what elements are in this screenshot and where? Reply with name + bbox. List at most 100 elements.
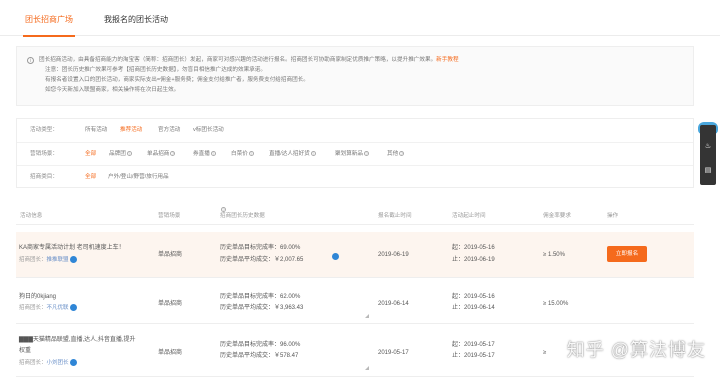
deadline-cell: 2019-06-14 [378,301,409,307]
leader-info: 招商团长：推推联盟 [19,255,77,265]
leader-name[interactable]: 推推联盟 [47,257,69,263]
taobao-badge-icon [69,359,77,367]
notice-line-4: 如您今天新加入联盟商家，相关操作将在次日起生效。 [45,87,180,93]
start-date: 起：2019-05-16 [452,245,495,251]
filter-option-label: 品牌团 [109,151,126,157]
leader-label: 招商团长： [19,305,47,311]
info-icon: i [27,57,34,64]
leader-label: 招商团长： [19,257,47,263]
deadline-cell: 2019-05-17 [378,350,409,356]
filter-option[interactable]: 聚划算新品? [335,143,369,166]
filter-option-selected[interactable]: 推荐活动 [120,119,142,142]
column-header: 营销场景 [158,213,181,219]
filter-option-selected[interactable]: 全部 [85,166,96,189]
chat-icon[interactable]: ▤ [704,167,712,175]
column-header: 报名截止时间 [378,213,412,219]
scene-cell: 单品招商 [158,301,183,307]
filter-row-scene: 营销场景： 全部 品牌团? 单品招商? 券直播? 白菜价? 直播/达人招好货? … [17,142,693,165]
activity-title[interactable]: 狗日的0kjiang [19,292,56,302]
start-date: 起：2019-05-16 [452,294,495,300]
table-row: KA商家专属活动计划 老司机速度上车！ 招商团长：推推联盟 单品招商 历史单品目… [16,232,694,278]
leader-info: 招商团长：小刘团长 [19,358,77,368]
filter-option-label: 直播/达人招好货 [269,151,310,157]
corner-marker-icon [365,314,369,318]
taobao-badge-icon [332,253,339,260]
history-rate: 历史单品目标完成率：62.00% [220,294,301,300]
column-header-label: 招商团长历史数据 [220,213,265,219]
filter-option[interactable]: 所有活动 [85,119,107,142]
table-header: 活动信息 营销场景 招商团长历史数据? 报名截止时间 活动起止时间 佣金率要求 … [16,207,694,225]
filter-option[interactable]: 直播/达人招好货? [269,143,316,166]
filter-row-category: 招商类目： 全部 户外/登山/野营/旅行用品 [17,165,693,188]
notice-text-1: 团长招商活动，由具备招商能力的淘宝客（简称：招商团长）发起，商家可对感兴趣的活动… [39,57,437,63]
activity-title[interactable]: KA商家专属活动计划 老司机速度上车！ [19,243,125,253]
history-rate: 历史单品目标完成率：69.00% [220,245,301,251]
taobao-badge-icon [69,304,77,312]
commission-cell: ≥ 15.00% [543,301,569,307]
filter-option[interactable]: 单品招商? [147,143,176,166]
notice-line-2: 注意：团长历史推广效果可参考【招商团长历史数据】，勿盲目相信推广达成的效果承诺。 [45,67,266,73]
deadline-cell: 2019-06-19 [378,252,409,258]
filter-option-label: 单品招商 [147,151,170,157]
column-header: 佣金率要求 [543,213,571,219]
tab-bar: 团长招商广场 我报名的团长活动 [0,0,720,37]
help-icon[interactable]: ? [210,151,216,157]
notice-line-3: 有报名者设置入口的团长活动，商家实际支出=佣金+服务费；佣金支付给推广者，服务费… [45,77,309,83]
filter-option-label: 白菜价 [231,151,248,157]
help-icon[interactable]: ? [126,151,132,157]
corner-marker-icon [365,366,369,370]
notice-line-1: 团长招商活动，由具备招商能力的淘宝客（简称：招商团长）发起，商家可对感兴趣的活动… [39,55,459,65]
help-icon[interactable]: ? [310,151,316,157]
tutorial-link[interactable]: 新手教程 [436,57,458,63]
commission-cell: ≥ [543,350,547,356]
scene-cell: 单品招商 [158,252,183,258]
column-header: 操作 [607,213,619,219]
filter-option[interactable]: 户外/登山/野营/旅行用品 [108,166,169,189]
leader-name[interactable]: 不凡优联 [47,305,69,311]
signup-button[interactable]: 立即报名 [607,246,647,262]
table-row: 狗日的0kjiang 招商团长：不凡优联 单品招商 历史单品目标完成率：62.0… [16,284,694,324]
end-date: 止：2019-05-17 [452,353,495,359]
side-panel: ♨ ▤ [700,125,716,185]
end-date: 止：2019-06-19 [452,257,495,263]
filter-label: 招商类目： [30,174,58,180]
activity-title[interactable]: ▇▇▇天猫精品联盟,直播,达人,抖音直播,提升 [19,335,136,345]
help-icon[interactable]: ? [221,207,226,212]
commission-cell: ≥ 1.50% [543,252,565,258]
filter-option[interactable]: 品牌团? [109,143,132,166]
filter-option[interactable]: 官方活动 [158,119,180,142]
filter-option[interactable]: 券直播? [193,143,216,166]
filter-option-label: 其他 [387,151,399,157]
start-date: 起：2019-05-17 [452,342,495,348]
bell-icon[interactable]: ♨ [704,143,712,151]
help-icon[interactable]: ? [248,151,254,157]
filter-panel: 活动类型： 所有活动 推荐活动 官方活动 v标团长活动 营销场景： 全部 品牌团… [16,118,694,188]
history-avg: 历史单品平均成交：￥3,963.43 [220,305,304,311]
leader-name[interactable]: 小刘团长 [47,360,69,366]
taobao-badge-icon [69,256,77,264]
filter-option[interactable]: v标团长活动 [193,119,224,142]
column-header: 活动信息 [20,213,43,219]
history-rate: 历史单品目标完成率：96.00% [220,342,301,348]
end-date: 止：2019-06-14 [452,305,495,311]
help-icon[interactable]: ? [170,151,176,157]
filter-option-label: 聚划算新品 [335,151,363,157]
filter-label: 营销场景： [30,151,58,157]
history-avg: 历史单品平均成交：￥578.47 [220,353,299,359]
notice-box: i 团长招商活动，由具备招商能力的淘宝客（简称：招商团长）发起，商家可对感兴趣的… [16,46,694,106]
leader-info: 招商团长：不凡优联 [19,303,77,313]
help-icon[interactable]: ? [363,151,369,157]
history-avg: 历史单品平均成交：￥2,007.65 [220,257,304,263]
activity-title-continued[interactable]: 权重 [19,346,31,356]
filter-option[interactable]: 其他? [387,143,405,166]
tab-my-signups[interactable]: 我报名的团长活动 [104,14,168,26]
tab-leader-plaza[interactable]: 团长招商广场 [23,14,75,37]
filter-row-activity-type: 活动类型： 所有活动 推荐活动 官方活动 v标团长活动 [17,119,693,142]
help-icon[interactable]: ? [399,151,405,157]
filter-option-selected[interactable]: 全部 [85,143,96,166]
filter-option-label: 券直播 [193,151,210,157]
scene-cell: 单品招商 [158,350,183,356]
leader-label: 招商团长： [19,360,47,366]
filter-option[interactable]: 白菜价? [231,143,254,166]
column-header: 活动起止时间 [452,213,486,219]
